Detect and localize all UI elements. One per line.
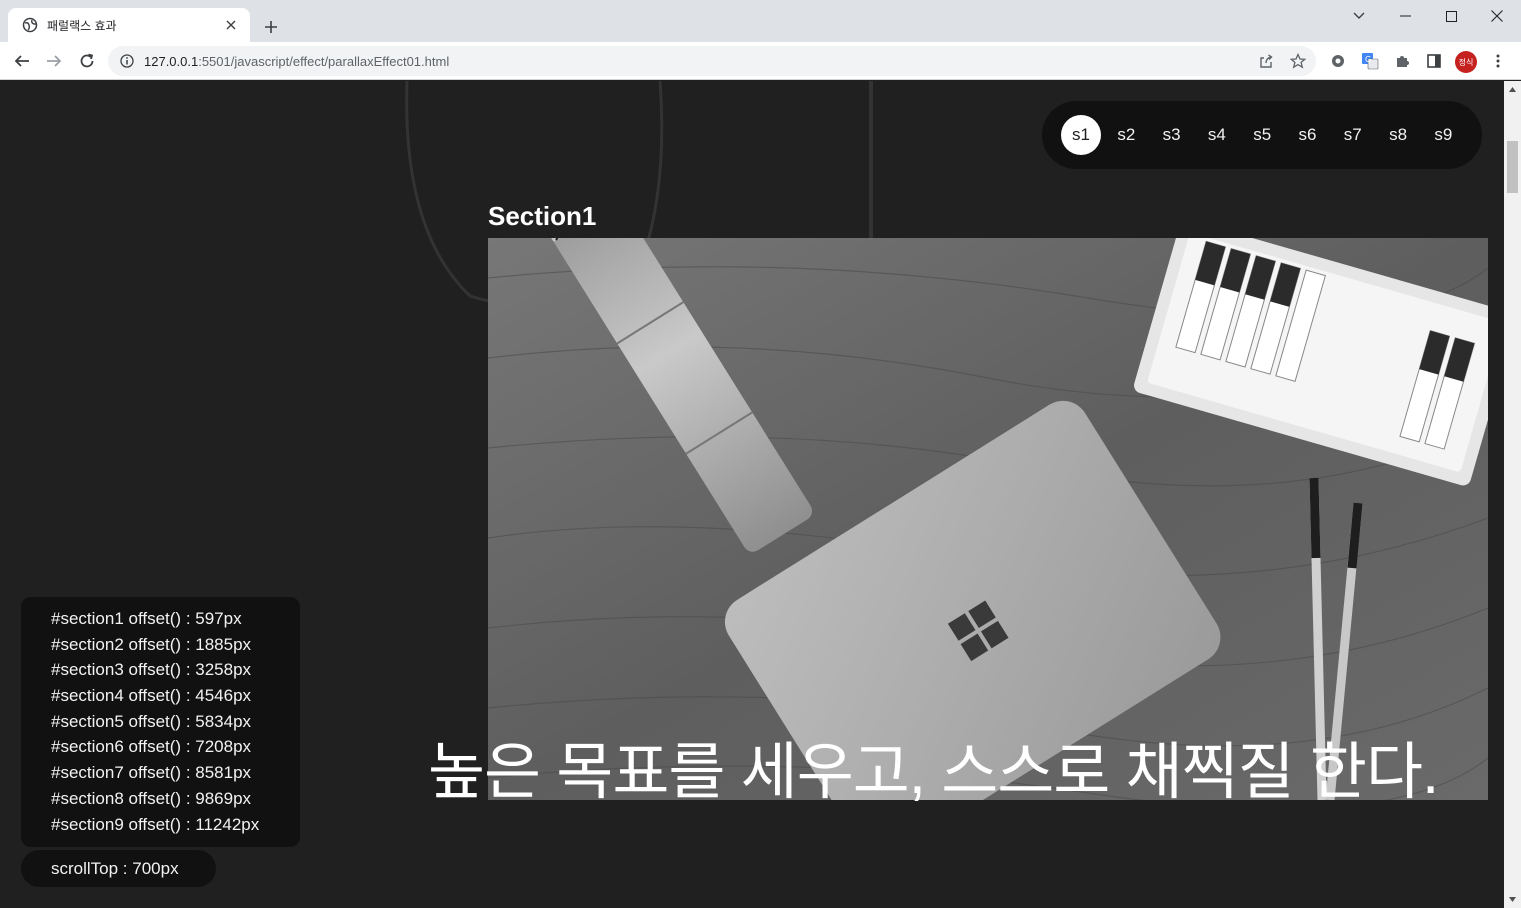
offset-row-8: #section8 offset() : 9869px bbox=[51, 788, 252, 808]
nav-item-s8[interactable]: s8 bbox=[1378, 115, 1418, 155]
section-title: Section1 bbox=[488, 201, 597, 231]
svg-text:G: G bbox=[1365, 55, 1371, 64]
nav-item-s2[interactable]: s2 bbox=[1106, 115, 1146, 155]
extensions-puzzle-icon[interactable] bbox=[1390, 49, 1414, 73]
nav-item-s3[interactable]: s3 bbox=[1152, 115, 1192, 155]
new-tab-button[interactable] bbox=[258, 14, 284, 40]
offset-row-3: #section3 offset() : 3258px bbox=[51, 660, 252, 680]
section-image bbox=[488, 238, 1488, 800]
section-slogan: 높은 목표를 세우고, 스스로 채찍질 한다. bbox=[428, 738, 1439, 807]
scroll-top-indicator: scrollTop : 700px bbox=[21, 850, 216, 887]
nav-item-s1[interactable]: s1 bbox=[1061, 115, 1101, 155]
nav-item-s7[interactable]: s7 bbox=[1333, 115, 1373, 155]
tab-search-icon[interactable] bbox=[1336, 0, 1382, 32]
forward-button[interactable] bbox=[40, 47, 68, 75]
close-tab-icon[interactable] bbox=[222, 16, 240, 34]
page-scrollbar[interactable] bbox=[1504, 81, 1521, 908]
browser-tab-bar: 패럴랙스 효과 bbox=[0, 0, 1521, 42]
nav-item-s9[interactable]: s9 bbox=[1423, 115, 1463, 155]
address-bar[interactable]: 127.0.0.1:5501/javascript/effect/paralla… bbox=[108, 46, 1316, 76]
scroll-up-arrow-icon[interactable] bbox=[1504, 81, 1521, 98]
offset-row-6: #section6 offset() : 7208px bbox=[51, 737, 252, 757]
site-info-icon[interactable] bbox=[120, 54, 134, 68]
scrollbar-thumb[interactable] bbox=[1507, 141, 1518, 193]
offset-row-4: #section4 offset() : 4546px bbox=[51, 686, 252, 706]
share-icon[interactable] bbox=[1254, 49, 1278, 73]
tab-title: 패럴랙스 효과 bbox=[47, 18, 117, 33]
url-text: 127.0.0.1:5501/javascript/effect/paralla… bbox=[144, 53, 450, 69]
nav-item-s6[interactable]: s6 bbox=[1287, 115, 1327, 155]
back-button[interactable] bbox=[8, 47, 36, 75]
section-nav: s1 s2 s3 s4 s5 s6 s7 s8 s9 bbox=[1042, 101, 1482, 169]
offset-row-1: #section1 offset() : 597px bbox=[51, 609, 242, 628]
nav-item-s5[interactable]: s5 bbox=[1242, 115, 1282, 155]
globe-icon bbox=[22, 17, 38, 33]
extension-gear-icon[interactable] bbox=[1326, 49, 1350, 73]
nav-item-s4[interactable]: s4 bbox=[1197, 115, 1237, 155]
browser-toolbar: 127.0.0.1:5501/javascript/effect/paralla… bbox=[0, 42, 1521, 80]
offset-row-2: #section2 offset() : 1885px bbox=[51, 634, 252, 654]
maximize-button[interactable] bbox=[1428, 0, 1474, 32]
offset-row-9: #section9 offset() : 11242px bbox=[51, 814, 260, 834]
offset-row-7: #section7 offset() : 8581px bbox=[51, 763, 252, 783]
browser-tab[interactable]: 패럴랙스 효과 bbox=[8, 8, 250, 42]
side-panel-icon[interactable] bbox=[1422, 49, 1446, 73]
profile-avatar[interactable]: 정식 bbox=[1455, 51, 1477, 73]
close-window-button[interactable] bbox=[1474, 0, 1520, 32]
reload-button[interactable] bbox=[73, 47, 101, 75]
scroll-down-arrow-icon[interactable] bbox=[1504, 891, 1521, 908]
offset-info-panel: #section1 offset() : 597px #section2 off… bbox=[21, 597, 300, 847]
minimize-button[interactable] bbox=[1382, 0, 1428, 32]
more-menu-icon[interactable] bbox=[1486, 49, 1510, 73]
bookmark-star-icon[interactable] bbox=[1286, 49, 1310, 73]
translate-icon[interactable]: G bbox=[1358, 49, 1382, 73]
offset-row-5: #section5 offset() : 5834px bbox=[51, 711, 252, 731]
page-viewport: s1 s2 s3 s4 s5 s6 s7 s8 s9 Section1 높은 목… bbox=[0, 81, 1504, 908]
